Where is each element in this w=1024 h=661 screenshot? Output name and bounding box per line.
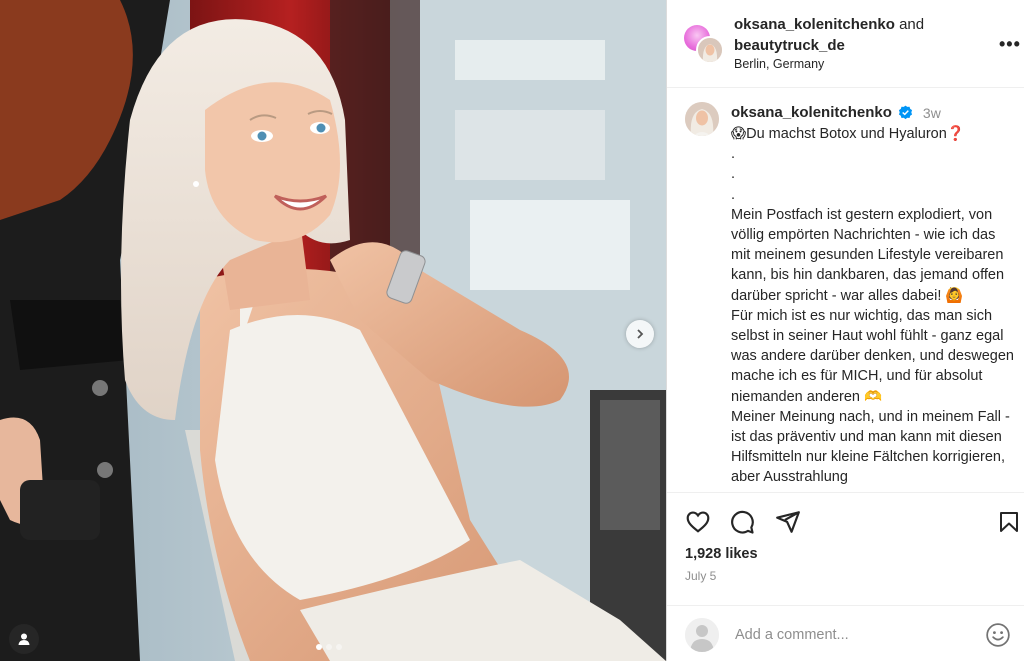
default-avatar-icon	[685, 618, 719, 652]
emoji-icon[interactable]	[985, 622, 1011, 648]
header-collab-line: oksana_kolenitchenko and	[734, 16, 924, 33]
caption-header: oksana_kolenitchenko 3w	[731, 104, 941, 121]
post-header: oksana_kolenitchenko and beautytruck_de …	[667, 0, 1024, 88]
post-date: July 5	[685, 569, 717, 583]
avatar[interactable]	[685, 102, 719, 136]
username-link[interactable]: beautytruck_de	[734, 37, 845, 54]
comment-icon[interactable]	[729, 509, 755, 535]
post-sidebar: oksana_kolenitchenko and beautytruck_de …	[666, 0, 1024, 661]
avatar-image	[698, 38, 722, 62]
location-link[interactable]: Berlin, Germany	[734, 57, 824, 71]
comment-input[interactable]	[735, 624, 965, 646]
action-bar	[667, 492, 1024, 552]
and-text: and	[899, 16, 925, 33]
comment-composer	[667, 605, 1024, 661]
carousel-next-button[interactable]	[626, 320, 654, 348]
like-count[interactable]: 1,928 likes	[685, 546, 758, 562]
chevron-right-icon	[637, 329, 644, 339]
avatar[interactable]	[696, 36, 724, 64]
send-icon[interactable]	[775, 509, 801, 535]
post-media[interactable]	[0, 0, 666, 661]
verified-badge-icon	[898, 105, 912, 120]
heart-icon[interactable]	[685, 509, 711, 535]
collab-avatars[interactable]	[684, 25, 724, 65]
carousel-indicator	[316, 644, 342, 650]
carousel-dot	[326, 644, 332, 650]
avatar	[685, 618, 719, 652]
caption-scroll-area[interactable]: oksana_kolenitchenko 3w 😱Du machst Botox…	[667, 88, 1024, 492]
username-link[interactable]: oksana_kolenitchenko	[731, 104, 892, 121]
carousel-dot	[316, 644, 322, 650]
user-tag-icon	[18, 633, 30, 645]
post-photo	[0, 0, 666, 661]
carousel-dot	[336, 644, 342, 650]
post-time[interactable]: 3w	[923, 105, 941, 121]
caption-text: 😱Du machst Botox und Hyaluron❓ . . . Mei…	[731, 126, 1014, 486]
tagged-users-button[interactable]	[9, 624, 39, 654]
bookmark-icon[interactable]	[997, 509, 1021, 535]
header-collab-line-2: beautytruck_de	[734, 37, 845, 54]
username-link[interactable]: oksana_kolenitchenko	[734, 16, 895, 33]
more-options-button[interactable]: •••	[999, 34, 1021, 55]
avatar-image	[685, 102, 719, 136]
